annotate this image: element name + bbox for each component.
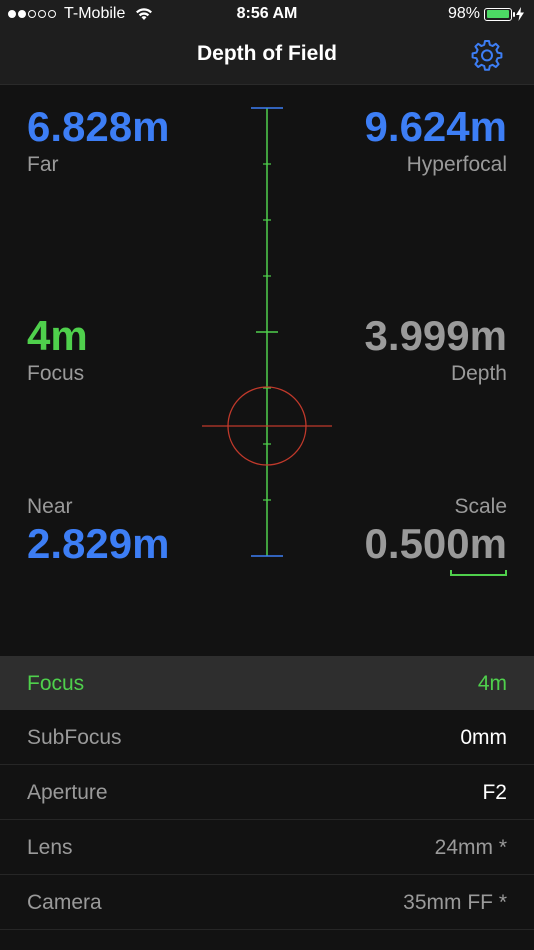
settings-row-value: F2 <box>482 781 507 804</box>
scale-indicator <box>450 570 507 576</box>
hyperfocal-value: 9.624m <box>364 103 507 150</box>
hyperfocal-readout: 9.624m Hyperfocal <box>364 103 507 176</box>
settings-row-lens[interactable]: Lens 24mm * <box>0 820 534 875</box>
near-readout: Near 2.829m <box>27 496 169 565</box>
far-readout: 6.828m Far <box>27 103 170 176</box>
near-value: 2.829m <box>27 520 170 567</box>
screen: T-Mobile 8:56 AM 98% Depth of Field 6.82… <box>0 0 534 950</box>
depth-label: Depth <box>450 362 507 385</box>
settings-row-value: 4m <box>477 672 507 695</box>
focus-label: Focus <box>27 362 85 385</box>
navigation-bar: Depth of Field <box>0 28 534 85</box>
scale-value: 0.500m <box>364 520 507 567</box>
depth-value: 3.999m <box>364 312 507 359</box>
settings-row-subfocus[interactable]: SubFocus 0mm <box>0 710 534 765</box>
status-bar: T-Mobile 8:56 AM 98% <box>0 0 534 28</box>
near-label: Near <box>27 495 73 518</box>
settings-row-value: 0mm <box>460 726 507 749</box>
settings-row-label: Lens <box>27 836 73 859</box>
settings-row-label: Camera <box>27 891 102 914</box>
settings-row-value: 35mm FF * <box>403 891 507 914</box>
status-right: 98% <box>448 5 524 23</box>
depth-readout: 3.999m Depth <box>364 312 507 385</box>
depth-scale-graphic <box>202 107 332 557</box>
settings-row-aperture[interactable]: Aperture F2 <box>0 765 534 820</box>
focus-value: 4m <box>27 312 88 359</box>
battery-icon <box>484 7 515 21</box>
page-title: Depth of Field <box>197 42 337 65</box>
charging-bolt-icon <box>516 7 524 21</box>
settings-row-label: SubFocus <box>27 726 122 749</box>
far-label: Far <box>27 153 59 176</box>
scale-label: Scale <box>454 495 507 518</box>
settings-row-camera[interactable]: Camera 35mm FF * <box>0 875 534 930</box>
far-value: 6.828m <box>27 103 170 150</box>
scale-readout[interactable]: Scale 0.500m <box>365 496 507 565</box>
gear-icon[interactable] <box>470 38 504 72</box>
settings-row-label: Focus <box>27 672 85 695</box>
settings-row-value: 24mm * <box>434 836 507 859</box>
battery-level <box>486 10 510 18</box>
settings-row-focus[interactable]: Focus 4m <box>0 656 534 710</box>
settings-row-label: Aperture <box>27 781 108 804</box>
settings-list: Focus 4m SubFocus 0mm Aperture F2 Lens 2… <box>0 656 534 930</box>
hyperfocal-label: Hyperfocal <box>406 153 507 176</box>
focus-readout: 4m Focus <box>27 312 88 385</box>
battery-percent: 98% <box>447 5 480 22</box>
